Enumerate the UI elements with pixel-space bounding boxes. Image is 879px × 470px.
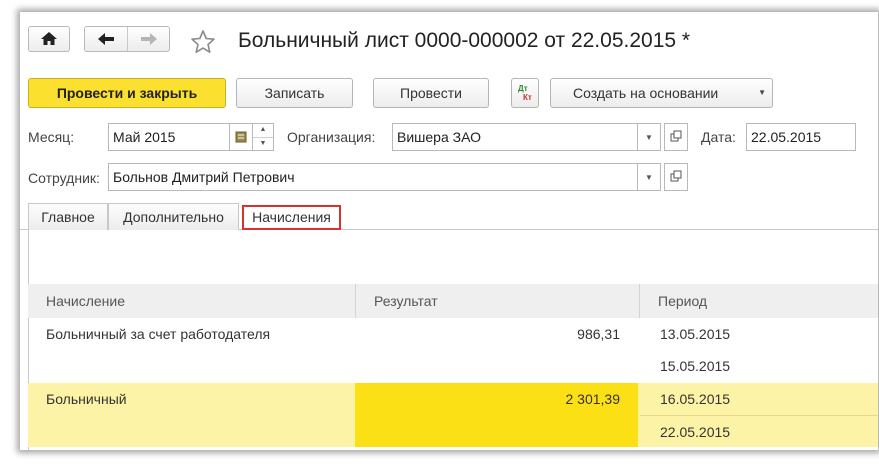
page-title: Больничный лист 0000-000002 от 22.05.201… xyxy=(238,29,691,52)
result-cell: 986,31 xyxy=(577,326,620,342)
spin-up-icon[interactable]: ▲ xyxy=(253,124,273,138)
spin-down-icon[interactable]: ▼ xyxy=(253,138,273,150)
row-divider xyxy=(640,415,878,416)
month-calendar-button[interactable] xyxy=(229,123,253,151)
organization-open-button[interactable] xyxy=(664,123,688,151)
back-button[interactable] xyxy=(85,27,128,51)
svg-text:Кт: Кт xyxy=(523,93,532,102)
organization-label: Организация: xyxy=(287,129,376,145)
tab-additional[interactable]: Дополнительно xyxy=(108,203,239,230)
dt-kt-button[interactable]: Дт Кт xyxy=(511,78,539,108)
chevron-down-icon: ▼ xyxy=(645,173,653,182)
employee-open-button[interactable] xyxy=(664,163,688,191)
arrow-left-icon xyxy=(98,33,114,45)
save-button[interactable]: Записать xyxy=(236,78,353,108)
month-label: Месяц: xyxy=(28,129,75,145)
date-field[interactable]: 22.05.2015 xyxy=(746,123,856,151)
column-header-accrual[interactable]: Начисление xyxy=(28,284,355,318)
column-divider xyxy=(639,284,640,318)
accrual-name-cell: Больничный за счет работодателя xyxy=(46,326,271,342)
open-form-icon xyxy=(670,170,682,182)
chevron-down-icon: ▼ xyxy=(645,133,653,142)
period-end-cell: 22.05.2015 xyxy=(660,424,731,440)
table-row[interactable]: Больничный за счет работодателя 986,31 1… xyxy=(28,318,878,382)
organization-dropdown-button[interactable]: ▼ xyxy=(637,123,661,151)
post-and-close-button[interactable]: Провести и закрыть xyxy=(28,78,226,108)
post-button[interactable]: Провести xyxy=(373,78,489,108)
forward-button[interactable] xyxy=(128,27,170,51)
accrual-name-cell: Больничный xyxy=(46,391,127,407)
home-icon xyxy=(41,32,57,45)
column-header-result[interactable]: Результат xyxy=(356,284,639,318)
period-start-cell: 13.05.2015 xyxy=(660,326,731,342)
month-spinner[interactable]: ▲ ▼ xyxy=(252,123,274,151)
navigation-group xyxy=(84,26,170,52)
result-cell: 2 301,39 xyxy=(565,391,621,407)
employee-field[interactable]: Больнов Дмитрий Петрович xyxy=(108,163,638,191)
month-field[interactable]: Май 2015 xyxy=(108,123,230,151)
table-row-selected[interactable]: Больничный 2 301,39 16.05.2015 22.05.201… xyxy=(28,383,878,447)
document-window: Больничный лист 0000-000002 от 22.05.201… xyxy=(20,12,878,450)
open-form-icon xyxy=(670,130,682,142)
period-end-cell: 15.05.2015 xyxy=(660,358,731,374)
date-label: Дата: xyxy=(701,129,736,145)
svg-text:Дт: Дт xyxy=(518,84,528,93)
tab-accruals[interactable]: Начисления xyxy=(242,205,341,230)
home-button[interactable] xyxy=(28,26,70,52)
organization-field[interactable]: Вишера ЗАО xyxy=(392,123,638,151)
create-based-on-button[interactable]: Создать на основании ▼ xyxy=(550,78,773,108)
column-divider xyxy=(355,284,356,318)
create-based-on-label: Создать на основании xyxy=(573,85,719,101)
dt-kt-icon: Дт Кт xyxy=(518,84,532,102)
star-icon[interactable] xyxy=(190,29,216,55)
period-start-cell: 16.05.2015 xyxy=(660,391,731,407)
calendar-icon xyxy=(235,131,247,143)
arrow-right-icon xyxy=(141,33,157,45)
tab-main[interactable]: Главное xyxy=(28,203,108,230)
chevron-down-icon: ▼ xyxy=(758,88,766,97)
employee-dropdown-button[interactable]: ▼ xyxy=(637,163,661,191)
column-header-period[interactable]: Период xyxy=(640,284,878,318)
employee-label: Сотрудник: xyxy=(28,170,100,186)
